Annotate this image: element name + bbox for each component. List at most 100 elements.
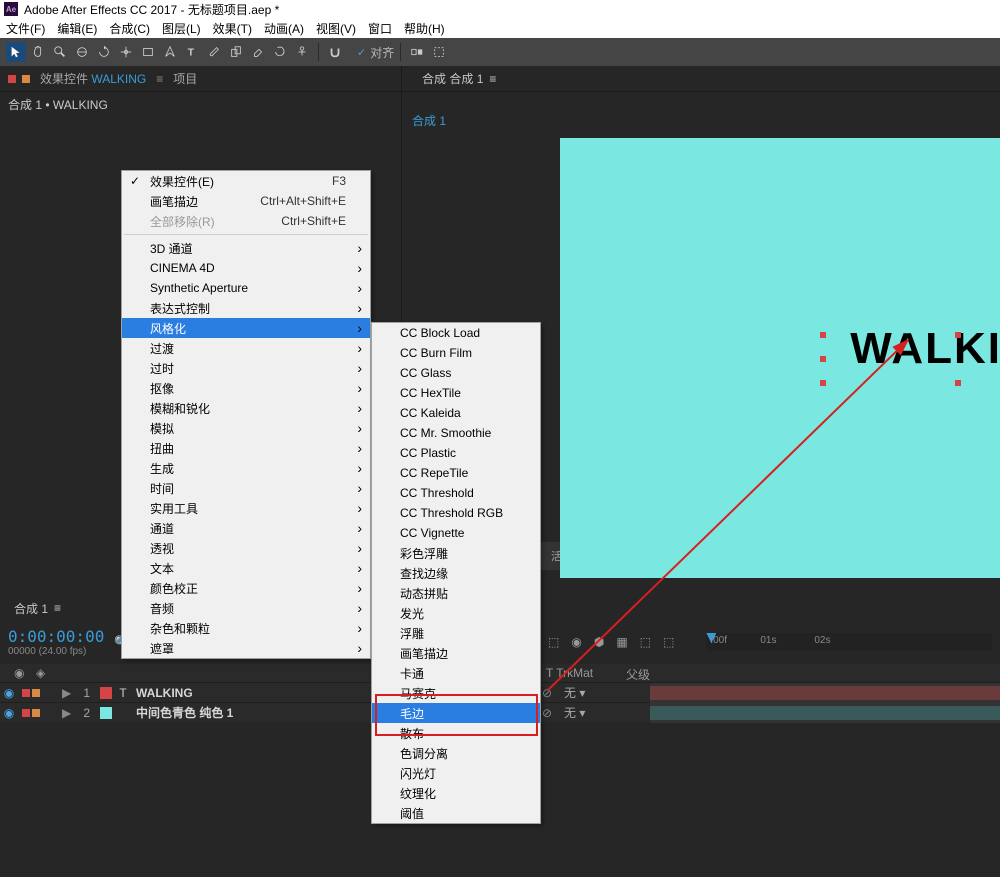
parent-dropdown[interactable]: 无 ▾ [560, 684, 650, 701]
menu-item[interactable]: CC RepeTile [372, 463, 540, 483]
project-tab[interactable]: 项目 [169, 68, 201, 89]
menu-item[interactable]: 杂色和颗粒 [122, 618, 370, 638]
time-ruler[interactable]: :00f 01s 02s [706, 633, 992, 651]
breadcrumb[interactable]: 合成 1 [412, 112, 446, 129]
menu-item[interactable]: 通道 [122, 518, 370, 538]
menu-item[interactable]: 过时 [122, 358, 370, 378]
menu-item[interactable]: CC Threshold RGB [372, 503, 540, 523]
roto-tool[interactable] [270, 42, 290, 62]
selection-handle[interactable] [955, 332, 961, 338]
menu-item[interactable]: CC Threshold [372, 483, 540, 503]
shy-toggle[interactable] [32, 709, 40, 717]
menu-item[interactable]: 卡通 [372, 663, 540, 683]
menu-item[interactable]: CC Glass [372, 363, 540, 383]
menu-item[interactable]: 效果(T) [213, 20, 252, 37]
menu-item[interactable]: 帮助(H) [404, 20, 445, 37]
mask-mode-icon[interactable] [407, 42, 427, 62]
menu-item[interactable]: CC Burn Film [372, 343, 540, 363]
menu-item[interactable]: 效果控件(E)F3 [122, 171, 370, 191]
menu-item[interactable]: CC Vignette [372, 523, 540, 543]
layer-track[interactable] [650, 703, 1000, 723]
menu-item[interactable]: 颜色校正 [122, 578, 370, 598]
menu-item[interactable]: 闪光灯 [372, 763, 540, 783]
snap-toggle[interactable] [325, 42, 345, 62]
panel-lock-icon[interactable] [22, 75, 30, 83]
menu-item[interactable]: 图层(L) [162, 20, 201, 37]
selection-handle[interactable] [820, 356, 826, 362]
menu-item[interactable]: 扭曲 [122, 438, 370, 458]
menu-item[interactable]: CC Block Load [372, 323, 540, 343]
eraser-tool[interactable] [248, 42, 268, 62]
menu-item[interactable]: 动态拼贴 [372, 583, 540, 603]
expand-arrow[interactable]: ▶ [62, 706, 76, 720]
switch-icon[interactable]: ⬚ [548, 635, 559, 649]
snap-label[interactable]: 对齐 [357, 44, 394, 61]
extent-icon[interactable] [429, 42, 449, 62]
menu-item[interactable]: 窗口 [368, 20, 392, 37]
brush-tool[interactable] [204, 42, 224, 62]
panel-menu-icon[interactable]: ≡ [54, 601, 61, 615]
menu-item[interactable]: 过渡 [122, 338, 370, 358]
menu-item[interactable]: 彩色浮雕 [372, 543, 540, 563]
visibility-toggle[interactable]: ◉ [0, 686, 18, 700]
menu-item[interactable]: 阈值 [372, 803, 540, 823]
menu-item[interactable]: 抠像 [122, 378, 370, 398]
rect-tool[interactable] [138, 42, 158, 62]
menu-item[interactable]: 视图(V) [316, 20, 356, 37]
zoom-tool[interactable] [50, 42, 70, 62]
layer-track[interactable] [650, 683, 1000, 703]
menu-item[interactable]: 编辑(E) [57, 20, 97, 37]
menu-item[interactable]: 纹理化 [372, 783, 540, 803]
menu-item[interactable]: 查找边缘 [372, 563, 540, 583]
menu-item[interactable]: CINEMA 4D [122, 258, 370, 278]
text-tool[interactable]: T [182, 42, 202, 62]
pen-tool[interactable] [160, 42, 180, 62]
orbit-tool[interactable] [72, 42, 92, 62]
menu-item[interactable]: CC HexTile [372, 383, 540, 403]
menu-item[interactable]: 时间 [122, 478, 370, 498]
menu-item[interactable]: 色调分离 [372, 743, 540, 763]
shy-toggle[interactable] [32, 689, 40, 697]
timeline-tab[interactable]: 合成 1 [14, 600, 48, 617]
menu-item[interactable]: 风格化 [122, 318, 370, 338]
visibility-toggle[interactable]: ◉ [0, 706, 18, 720]
menu-item[interactable]: 画笔描边 [372, 643, 540, 663]
menu-item[interactable]: 生成 [122, 458, 370, 478]
menu-item[interactable]: 合成(C) [109, 20, 150, 37]
switch-icon[interactable]: ▦ [616, 635, 627, 649]
menu-item[interactable]: 遮罩 [122, 638, 370, 658]
text-layer-walking[interactable]: WALKI [850, 324, 1000, 374]
menu-item[interactable]: 动画(A) [264, 20, 304, 37]
menu-item[interactable]: 实用工具 [122, 498, 370, 518]
selection-handle[interactable] [955, 380, 961, 386]
menu-item[interactable]: 发光 [372, 603, 540, 623]
hand-tool[interactable] [28, 42, 48, 62]
switch-icon[interactable]: ⬚ [640, 635, 651, 649]
panel-menu-icon[interactable]: ≡ [156, 72, 163, 86]
anchor-tool[interactable] [116, 42, 136, 62]
rotate-tool[interactable] [94, 42, 114, 62]
switch-icon[interactable]: ◉ [571, 635, 581, 649]
menu-item[interactable]: Synthetic Aperture [122, 278, 370, 298]
selection-tool[interactable] [6, 42, 26, 62]
clone-tool[interactable] [226, 42, 246, 62]
menu-item[interactable]: 画笔描边Ctrl+Alt+Shift+E [122, 191, 370, 211]
menu-item[interactable]: 透视 [122, 538, 370, 558]
menu-item[interactable]: 文件(F) [6, 20, 45, 37]
panel-close-icon[interactable] [8, 75, 16, 83]
timecode[interactable]: 0:00:00:00 [8, 627, 104, 646]
panel-menu-icon[interactable]: ≡ [489, 72, 496, 86]
menu-item[interactable]: 音频 [122, 598, 370, 618]
menu-item[interactable]: 表达式控制 [122, 298, 370, 318]
selection-handle[interactable] [820, 332, 826, 338]
parent-dropdown[interactable]: 无 ▾ [560, 704, 650, 721]
menu-item[interactable]: 模糊和锐化 [122, 398, 370, 418]
expand-arrow[interactable]: ▶ [62, 686, 76, 700]
switch-icon[interactable]: ⬚ [663, 635, 674, 649]
switch-icon[interactable]: ⬢ [594, 635, 604, 649]
effect-controls-tab[interactable]: 效果控件 WALKING [36, 68, 150, 89]
menu-item[interactable]: CC Mr. Smoothie [372, 423, 540, 443]
menu-item[interactable]: CC Kaleida [372, 403, 540, 423]
menu-item[interactable]: 浮雕 [372, 623, 540, 643]
puppet-tool[interactable] [292, 42, 312, 62]
